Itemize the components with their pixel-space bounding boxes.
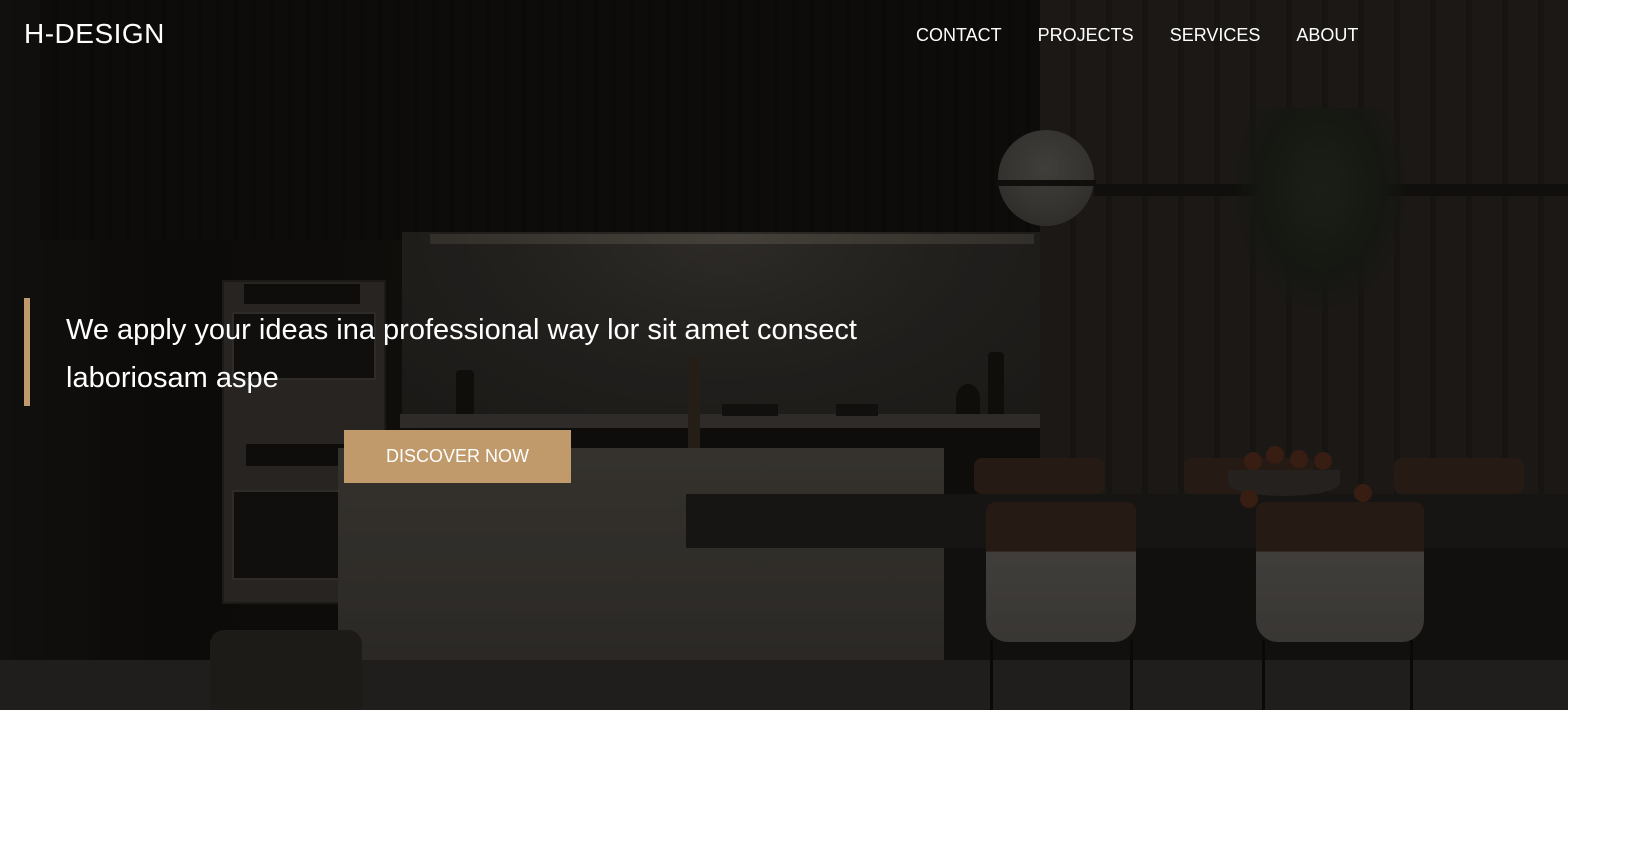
nav-item-about[interactable]: ABOUT	[1296, 24, 1358, 46]
nav-item-services[interactable]: SERVICES	[1170, 24, 1261, 46]
nav-item-projects[interactable]: PROJECTS	[1038, 24, 1134, 46]
nav-item-contact[interactable]: CONTACT	[916, 24, 1002, 46]
headline-accent-bar	[24, 298, 30, 406]
brand-logo[interactable]: H-DESIGN	[24, 18, 165, 50]
hero-headline: We apply your ideas ina professional way…	[66, 314, 857, 394]
main-nav: CONTACT PROJECTS SERVICES ABOUT	[916, 24, 1394, 46]
hero-section: H-DESIGN CONTACT PROJECTS SERVICES ABOUT…	[0, 0, 1568, 710]
discover-now-button[interactable]: DISCOVER NOW	[344, 430, 571, 483]
